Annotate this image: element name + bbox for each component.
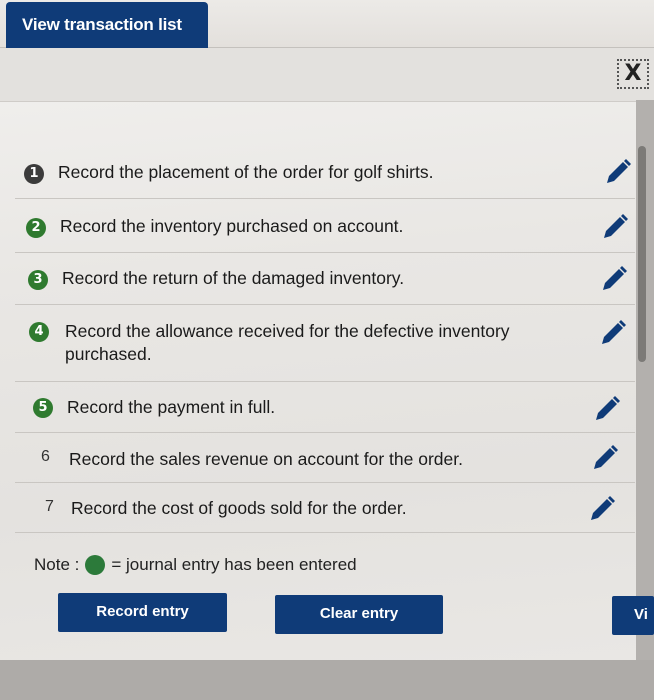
transaction-row-7: 7 Record the cost of goods sold for the … <box>15 483 635 533</box>
transaction-label: Record the cost of goods sold for the or… <box>71 498 407 518</box>
note-suffix: = journal entry has been entered <box>111 555 357 574</box>
transaction-number: 6 <box>41 448 50 465</box>
close-icon: X <box>624 61 642 86</box>
transaction-row-5: 5 Record the payment in full. <box>15 382 635 433</box>
bottom-area <box>0 660 654 700</box>
note-prefix: Note : <box>34 555 80 574</box>
panel-header <box>0 48 654 102</box>
legend-note: Note : = journal entry has been entered <box>34 555 357 575</box>
entered-dot-icon <box>85 555 106 575</box>
record-entry-button[interactable]: Record entry <box>58 593 227 632</box>
transaction-label: Record the sales revenue on account for … <box>69 449 463 469</box>
transaction-number-badge: 3 <box>28 270 48 290</box>
edit-pencil-icon[interactable] <box>587 494 617 524</box>
transaction-row-6: 6 Record the sales revenue on account fo… <box>15 433 635 483</box>
view-transaction-list-tab[interactable]: View transaction list <box>6 2 208 49</box>
transaction-row-1: 1 Record the placement of the order for … <box>15 147 635 199</box>
edit-pencil-icon[interactable] <box>590 443 620 473</box>
transaction-number: 7 <box>45 498 54 515</box>
transaction-label: Record the payment in full. <box>67 397 276 417</box>
transaction-label: Record the return of the damaged invento… <box>62 268 405 288</box>
transaction-number-badge: 2 <box>26 218 46 238</box>
edit-pencil-icon[interactable] <box>599 264 629 294</box>
edit-pencil-icon[interactable] <box>598 318 628 348</box>
transaction-number-badge: 4 <box>29 322 49 342</box>
edit-pencil-icon[interactable] <box>592 394 622 424</box>
transaction-row-2: 2 Record the inventory purchased on acco… <box>15 199 635 253</box>
transaction-number-badge: 1 <box>24 164 44 184</box>
transaction-label: Record the inventory purchased on accoun… <box>60 216 404 236</box>
transaction-row-3: 3 Record the return of the damaged inven… <box>15 253 635 305</box>
edit-pencil-icon[interactable] <box>603 157 633 187</box>
clear-entry-button[interactable]: Clear entry <box>275 595 443 634</box>
view-general-journal-button[interactable]: Vi <box>612 596 654 635</box>
transaction-label: Record the placement of the order for go… <box>58 162 434 182</box>
transaction-row-4: 4 Record the allowance received for the … <box>15 305 635 382</box>
close-button[interactable]: X <box>617 59 649 89</box>
scrollbar[interactable] <box>638 146 646 362</box>
transaction-label: Record the allowance received for the de… <box>65 321 510 364</box>
edit-pencil-icon[interactable] <box>600 212 630 242</box>
transaction-number-badge: 5 <box>33 398 53 418</box>
